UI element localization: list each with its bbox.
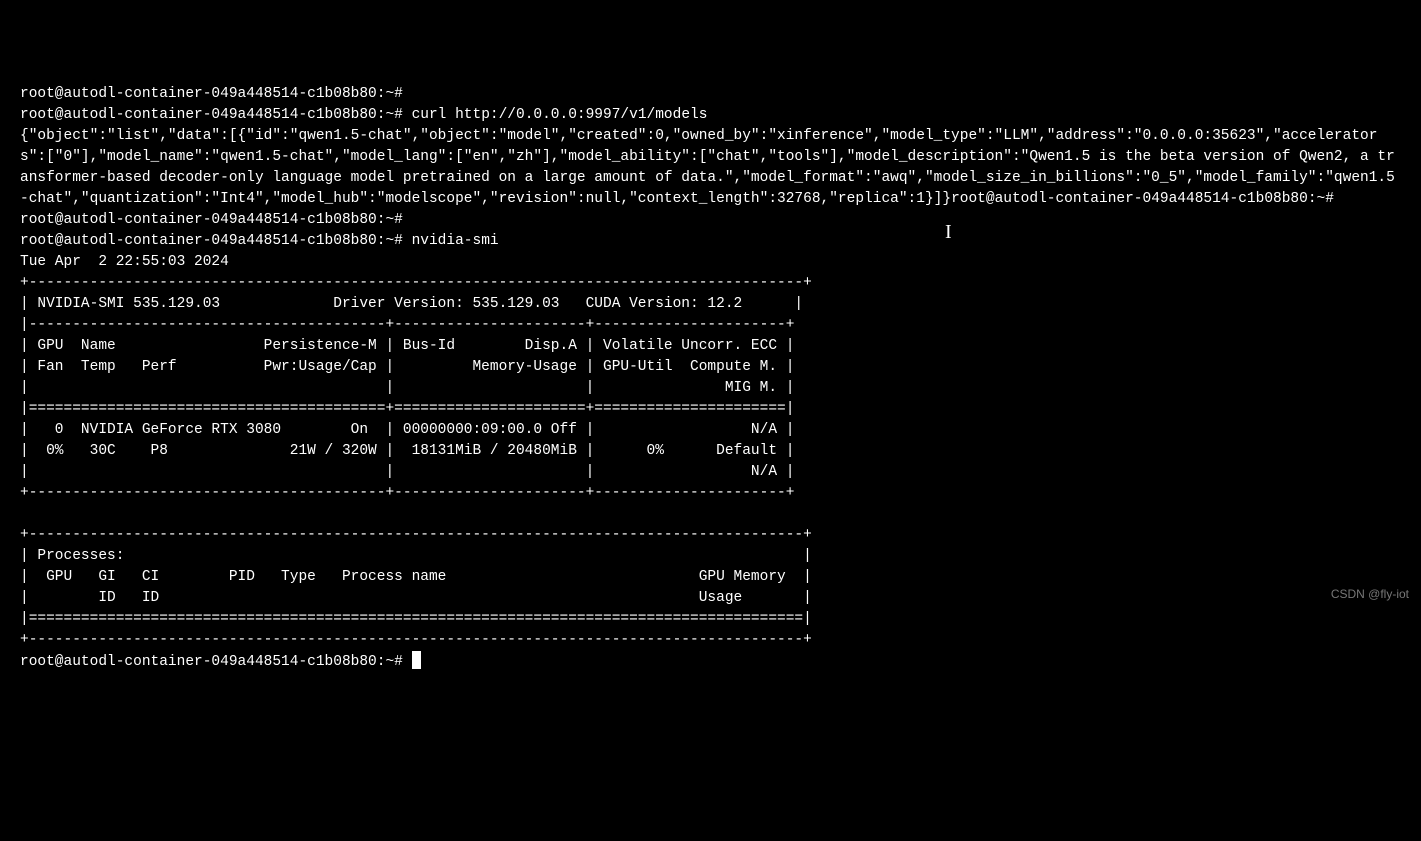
smi-sep: |=======================================… xyxy=(20,401,794,417)
smi-border: +---------------------------------------… xyxy=(20,485,794,501)
terminal-output[interactable]: root@autodl-container-049a448514-c1b08b8… xyxy=(20,84,1401,673)
smi-blank xyxy=(20,506,812,522)
prompt-line: root@autodl-container-049a448514-c1b08b8… xyxy=(20,212,403,228)
smi-proc-header: | Processes: | xyxy=(20,548,812,564)
smi-border: +---------------------------------------… xyxy=(20,275,812,291)
watermark: CSDN @fly-iot xyxy=(1331,584,1409,605)
smi-col-header: | | | MIG M. | xyxy=(20,380,794,396)
smi-proc-border: +---------------------------------------… xyxy=(20,527,812,543)
smi-col-header: | Fan Temp Perf Pwr:Usage/Cap | Memory-U… xyxy=(20,359,794,375)
smi-col-header: | GPU Name Persistence-M | Bus-Id Disp.A… xyxy=(20,338,794,354)
prompt-line-nvidia: root@autodl-container-049a448514-c1b08b8… xyxy=(20,233,499,249)
nvidia-smi-command: nvidia-smi xyxy=(412,233,499,249)
smi-gpu-row: | 0% 30C P8 21W / 320W | 18131MiB / 2048… xyxy=(20,443,794,459)
nvidia-smi-date: Tue Apr 2 22:55:03 2024 xyxy=(20,254,229,270)
prompt-line-curl: root@autodl-container-049a448514-c1b08b8… xyxy=(20,107,707,123)
text-cursor-icon: I xyxy=(945,222,952,243)
prompt-line: root@autodl-container-049a448514-c1b08b8… xyxy=(20,86,403,102)
smi-sep: |---------------------------------------… xyxy=(20,317,794,333)
smi-header: | NVIDIA-SMI 535.129.03 Driver Version: … xyxy=(20,296,803,312)
smi-gpu-row: | | | N/A | xyxy=(20,464,794,480)
smi-proc-cols: | GPU GI CI PID Type Process name GPU Me… xyxy=(20,569,812,585)
curl-command: curl http://0.0.0.0:9997/v1/models xyxy=(412,107,708,123)
smi-border: +---------------------------------------… xyxy=(20,632,812,648)
smi-proc-cols: | ID ID Usage | xyxy=(20,590,812,606)
smi-gpu-row: | 0 NVIDIA GeForce RTX 3080 On | 0000000… xyxy=(20,422,794,438)
curl-output: {"object":"list","data":[{"id":"qwen1.5-… xyxy=(20,126,1401,210)
terminal-cursor[interactable] xyxy=(412,651,421,669)
smi-proc-sep: |=======================================… xyxy=(20,611,812,627)
prompt-line-final: root@autodl-container-049a448514-c1b08b8… xyxy=(20,654,421,670)
